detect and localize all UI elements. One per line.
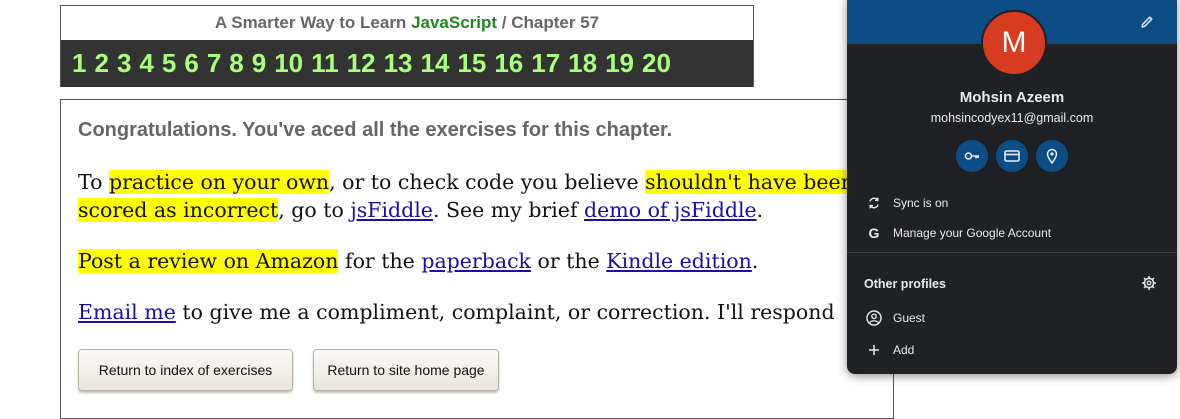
guest-profile-row[interactable]: Guest [847,305,1177,331]
chapter-link-11[interactable]: 11 [311,48,339,79]
gear-icon[interactable] [1141,275,1157,291]
review-highlight: Post a review on Amazon [78,249,339,273]
review-text-1: for the [338,249,422,273]
key-icon [964,152,979,160]
practice-text-4: . See my brief [432,198,585,222]
demo-jsfiddle-link[interactable]: demo of jsFiddle [584,198,757,222]
kindle-edition-link[interactable]: Kindle edition [606,249,752,273]
manage-google-account-row[interactable]: G Manage your Google Account [847,220,1177,246]
manage-account-label: Manage your Google Account [893,226,1052,240]
review-text-3: . [751,249,759,273]
chapter-link-5[interactable]: 5 [162,48,176,79]
plus-icon [869,345,879,355]
google-g-icon: G [868,225,880,241]
addresses-button[interactable] [1036,140,1068,172]
chapter-link-12[interactable]: 12 [347,48,376,79]
review-paragraph: Post a review on Amazon for the paperbac… [78,247,758,275]
chapter-link-8[interactable]: 8 [229,48,243,79]
profile-name: Mohsin Azeem [959,89,1065,106]
add-profile-row[interactable]: Add [847,337,1177,363]
email-paragraph: Email me to give me a compliment, compla… [78,298,835,326]
passwords-button[interactable] [956,140,988,172]
person-circle-icon [866,310,882,326]
chapter-nav: 1 2 3 4 5 6 7 8 9 10 11 12 13 14 15 16 1… [61,40,753,87]
sync-status-label: Sync is on [893,196,949,210]
guest-label: Guest [893,311,926,325]
chapter-link-18[interactable]: 18 [568,48,597,79]
profile-menu: M Mohsin Azeem mohsincodyex11@gmail.com … [847,0,1177,374]
title-separator: / [501,13,507,32]
practice-highlight: practice on your own [108,170,330,194]
page-title: A Smarter Way to Learn JavaScript / Chap… [61,6,753,40]
menu-divider [847,252,1177,253]
payment-methods-button[interactable] [996,140,1028,172]
title-chapter: Chapter 57 [511,13,600,32]
add-profile-label: Add [893,343,915,357]
avatar: M [981,10,1047,76]
chapter-link-15[interactable]: 15 [457,48,486,79]
book-header: A Smarter Way to Learn JavaScript / Chap… [60,5,754,87]
chapter-link-9[interactable]: 9 [252,48,266,79]
credit-card-icon [1004,150,1020,162]
chapter-link-13[interactable]: 13 [384,48,413,79]
chapter-link-17[interactable]: 17 [531,48,560,79]
completion-panel: Congratulations. You've aced all the exe… [60,99,894,419]
chapter-link-4[interactable]: 4 [139,48,153,79]
title-brand: JavaScript [411,13,498,32]
jsfiddle-link[interactable]: jsFiddle [350,198,433,222]
practice-text-2: , or to check code you believe [329,170,646,194]
other-profiles-heading: Other profiles [864,277,946,291]
pencil-icon[interactable] [1139,14,1155,30]
chapter-link-10[interactable]: 10 [274,48,303,79]
chapter-link-16[interactable]: 16 [494,48,523,79]
incorrect-highlight-1: shouldn't have been [645,170,854,194]
chapter-link-1[interactable]: 1 [72,48,86,79]
paperback-link[interactable]: paperback [421,249,531,273]
practice-text-1: To [78,170,109,194]
title-prefix: A Smarter Way to Learn [214,13,407,32]
chapter-link-6[interactable]: 6 [184,48,198,79]
sync-status-row[interactable]: Sync is on [847,190,1177,216]
email-me-link[interactable]: Email me [78,300,176,324]
practice-text-5: . [756,198,764,222]
chapter-link-2[interactable]: 2 [94,48,108,79]
chapter-link-19[interactable]: 19 [605,48,634,79]
return-home-button[interactable]: Return to site home page [313,349,499,391]
location-pin-icon [1046,148,1058,165]
incorrect-highlight-2: scored as incorrect [78,198,279,222]
review-text-2: or the [530,249,607,273]
practice-paragraph: To practice on your own, or to check cod… [78,168,854,224]
profile-email: mohsincodyex11@gmail.com [930,111,1094,125]
practice-text-3: , go to [278,198,351,222]
email-text: to give me a compliment, complaint, or c… [175,300,835,324]
chapter-link-14[interactable]: 14 [420,48,449,79]
sync-icon [869,197,879,209]
chapter-link-20[interactable]: 20 [642,48,671,79]
congrats-heading: Congratulations. You've aced all the exe… [78,119,673,141]
chapter-link-7[interactable]: 7 [207,48,221,79]
return-index-button[interactable]: Return to index of exercises [78,349,293,391]
chapter-link-3[interactable]: 3 [117,48,131,79]
